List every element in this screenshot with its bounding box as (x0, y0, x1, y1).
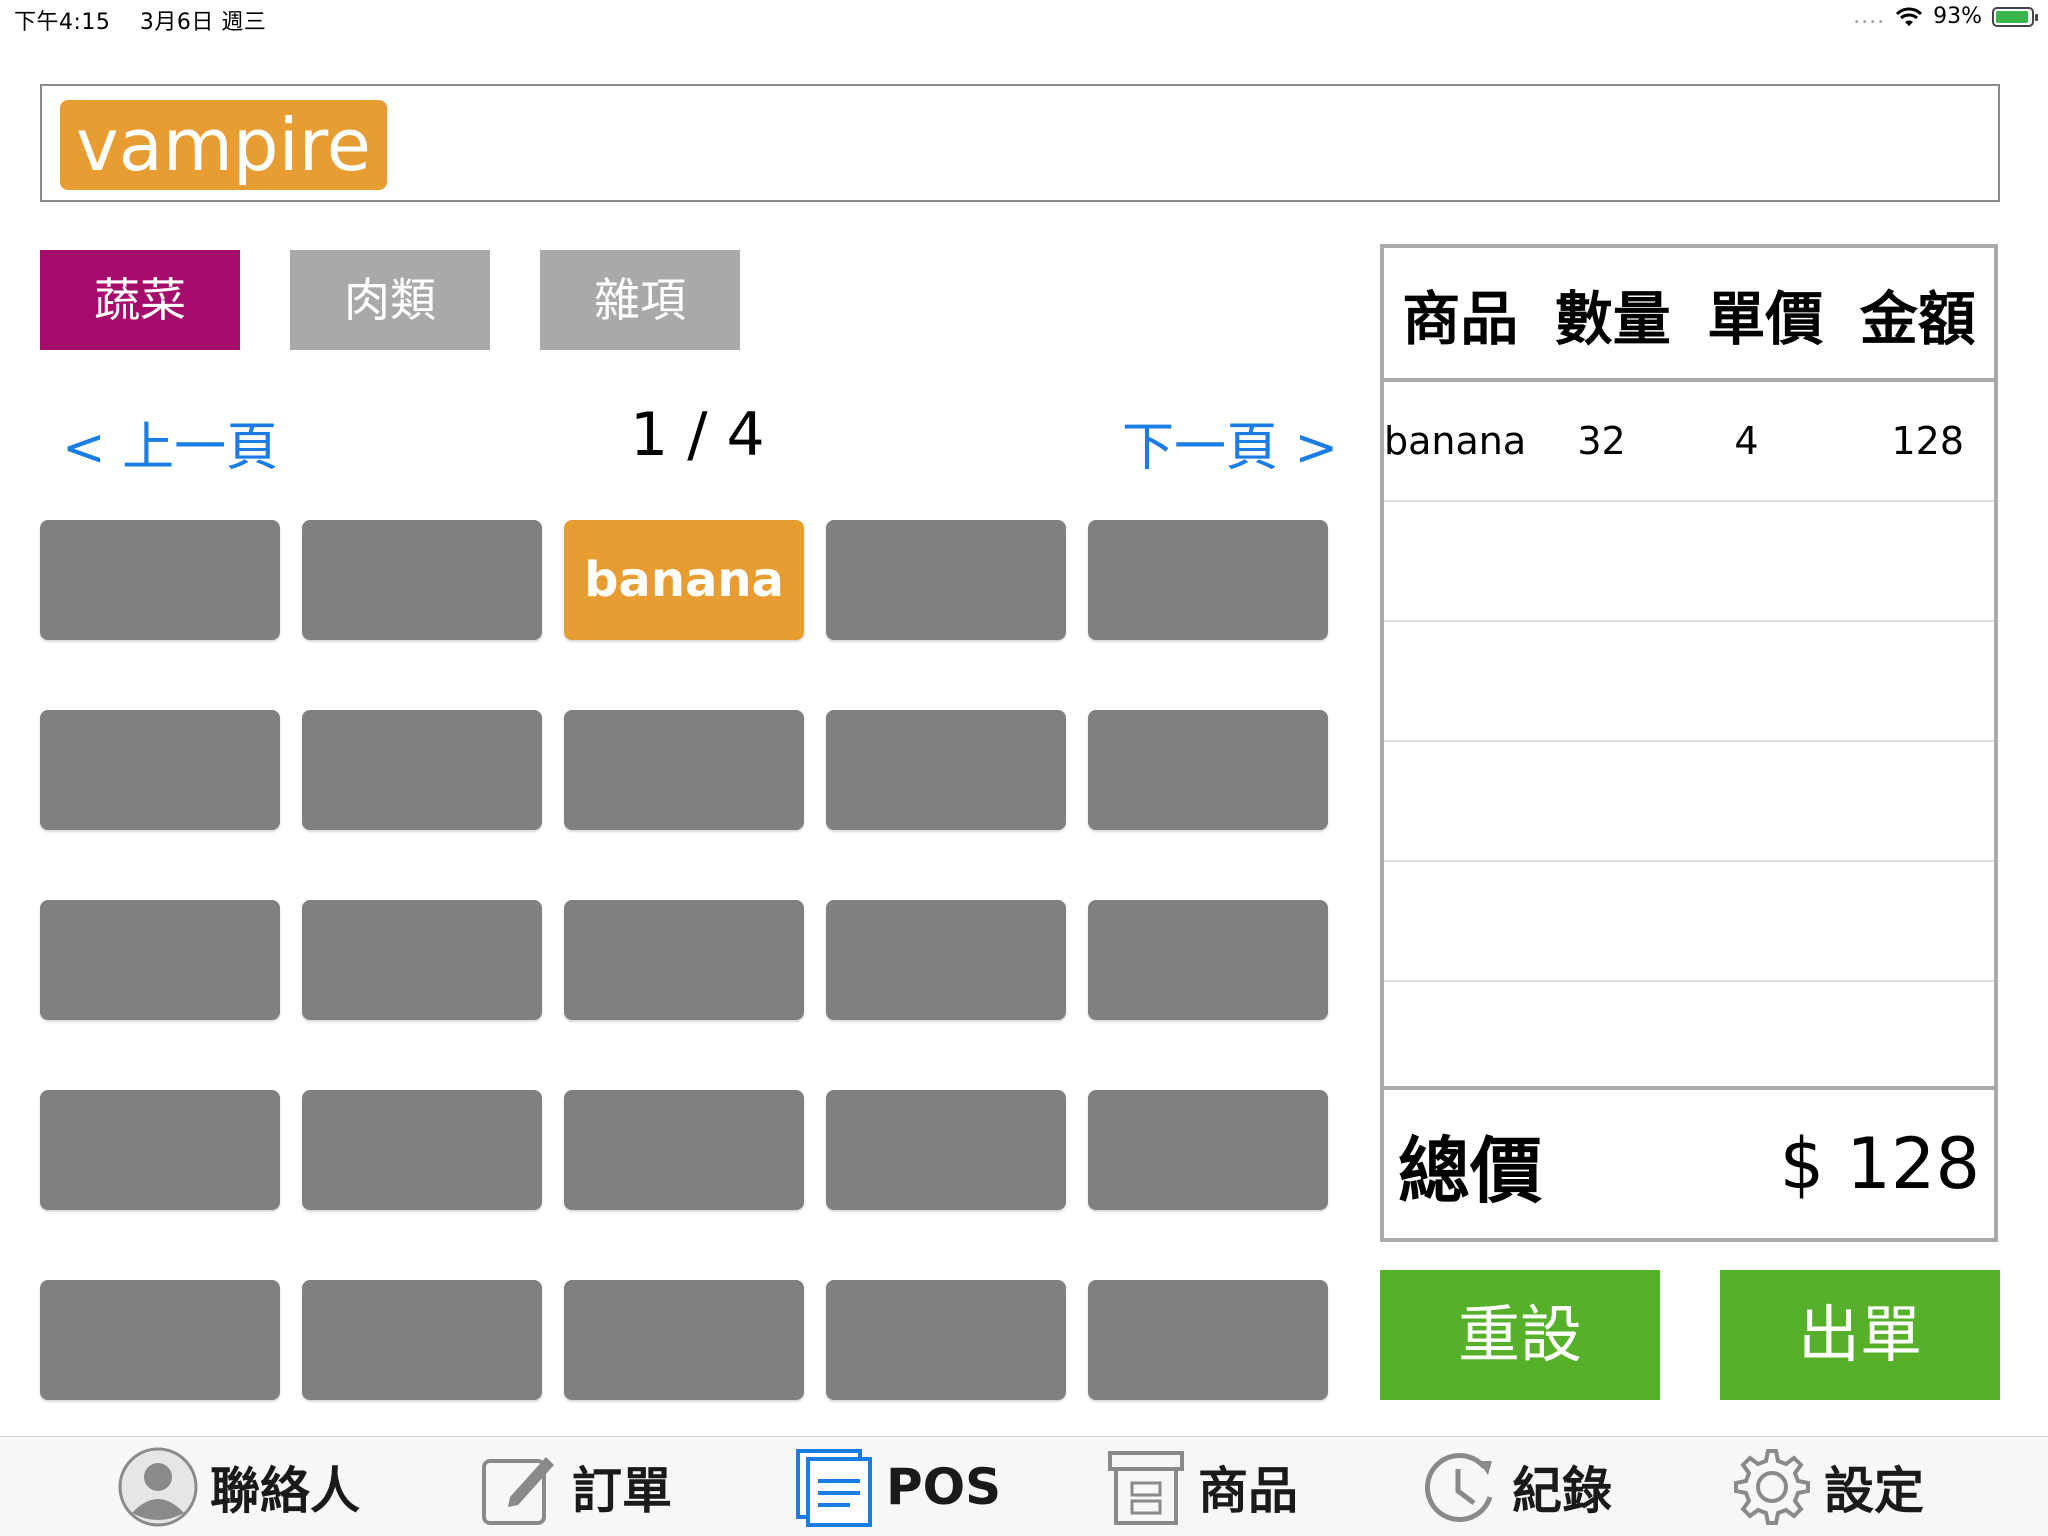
edit-icon (482, 1457, 554, 1525)
tab-pos[interactable]: POS (794, 1447, 1001, 1527)
product-tile[interactable] (826, 1280, 1066, 1400)
product-tile[interactable] (1088, 1090, 1328, 1210)
order-row[interactable] (1384, 622, 1994, 742)
product-tile[interactable] (1088, 710, 1328, 830)
status-date: 3月6日 週三 (139, 10, 267, 35)
product-tile[interactable] (564, 1090, 804, 1210)
order-table-header: 商品 數量 單價 金額 (1384, 248, 1994, 382)
pos-icon (796, 1449, 872, 1527)
tab-products[interactable]: 商品 (1106, 1447, 1298, 1527)
order-row[interactable] (1384, 862, 1994, 982)
column-header-product: 商品 (1402, 285, 1519, 353)
product-tile[interactable] (1088, 520, 1328, 640)
total-label: 總價 (1398, 1128, 1543, 1213)
tab-orders[interactable]: 訂單 (480, 1447, 672, 1527)
gear-icon (1734, 1449, 1810, 1525)
reset-button[interactable]: 重設 (1380, 1270, 1660, 1400)
product-tile[interactable] (826, 520, 1066, 640)
previous-page-link[interactable]: < 上一頁 (62, 405, 278, 480)
next-page-link[interactable]: 下一頁 > (1122, 405, 1338, 480)
tab-label: 訂單 (572, 1462, 672, 1520)
product-tile[interactable] (302, 1090, 542, 1210)
tab-bar: 聯絡人 訂單 POS 商品 紀錄 設定 (0, 1436, 2048, 1536)
tab-history[interactable]: 紀錄 (1420, 1447, 1612, 1527)
tab-label: POS (886, 1458, 1002, 1516)
category-tab-meat[interactable]: 肉類 (290, 250, 490, 350)
history-icon (1424, 1453, 1493, 1522)
tab-settings[interactable]: 設定 (1732, 1447, 1924, 1527)
wifi-icon (1896, 7, 1923, 26)
order-item-unit-price: 4 (1734, 419, 1759, 463)
order-total: 總價 $ 128 (1384, 1086, 1994, 1238)
product-tile[interactable] (826, 1090, 1066, 1210)
column-header-amount: 金額 (1859, 285, 1976, 353)
product-tile[interactable] (564, 1280, 804, 1400)
status-time: 下午4:15 (14, 10, 111, 35)
product-tile[interactable] (302, 710, 542, 830)
order-panel: 商品 數量 單價 金額 banana 32 4 128 總價 $ 128 (1380, 244, 1998, 1242)
product-tile[interactable] (826, 900, 1066, 1020)
product-grid: banana (40, 520, 1330, 1400)
product-tile[interactable] (40, 1090, 280, 1210)
search-field[interactable]: vampire (40, 84, 2000, 202)
status-bar-right: .... 93% (1853, 4, 2038, 29)
product-tile[interactable] (40, 710, 280, 830)
tab-label: 商品 (1198, 1462, 1298, 1520)
search-token[interactable]: vampire (60, 100, 387, 190)
battery-percent: 93% (1933, 4, 1982, 29)
order-item-quantity: 32 (1577, 419, 1626, 463)
order-row[interactable] (1384, 982, 1994, 1102)
cellular-signal-icon: .... (1853, 4, 1886, 29)
order-row[interactable]: banana 32 4 128 (1384, 382, 1994, 502)
product-tile[interactable] (40, 1280, 280, 1400)
product-tile[interactable] (564, 900, 804, 1020)
column-header-quantity: 數量 (1554, 285, 1671, 353)
product-tile[interactable] (1088, 900, 1328, 1020)
order-item-name: banana (1384, 419, 1527, 463)
archive-icon (1108, 1451, 1184, 1525)
category-tab-misc[interactable]: 雜項 (540, 250, 740, 350)
tab-contacts[interactable]: 聯絡人 (118, 1447, 360, 1527)
product-tile[interactable] (564, 710, 804, 830)
order-row[interactable] (1384, 742, 1994, 862)
contact-icon (118, 1447, 198, 1527)
product-tile[interactable] (40, 520, 280, 640)
product-tile[interactable] (302, 520, 542, 640)
order-row[interactable] (1384, 502, 1994, 622)
page-counter: 1 / 4 (630, 400, 765, 470)
tab-label: 聯絡人 (210, 1462, 360, 1520)
column-header-unit-price: 單價 (1707, 285, 1824, 353)
product-tile[interactable] (1088, 1280, 1328, 1400)
tab-label: 設定 (1824, 1462, 1924, 1520)
battery-icon (1992, 6, 2038, 27)
product-tile[interactable] (302, 900, 542, 1020)
product-tile[interactable] (302, 1280, 542, 1400)
checkout-button[interactable]: 出單 (1720, 1270, 2000, 1400)
status-bar-left: 下午4:15 3月6日 週三 (14, 4, 288, 36)
order-item-amount: 128 (1891, 419, 1964, 463)
product-tile-selected[interactable]: banana (564, 520, 804, 640)
product-tile[interactable] (826, 710, 1066, 830)
product-tile[interactable] (40, 900, 280, 1020)
tab-label: 紀錄 (1512, 1462, 1612, 1520)
total-value: $ 128 (1779, 1123, 1980, 1205)
category-tab-vegetables[interactable]: 蔬菜 (40, 250, 240, 350)
